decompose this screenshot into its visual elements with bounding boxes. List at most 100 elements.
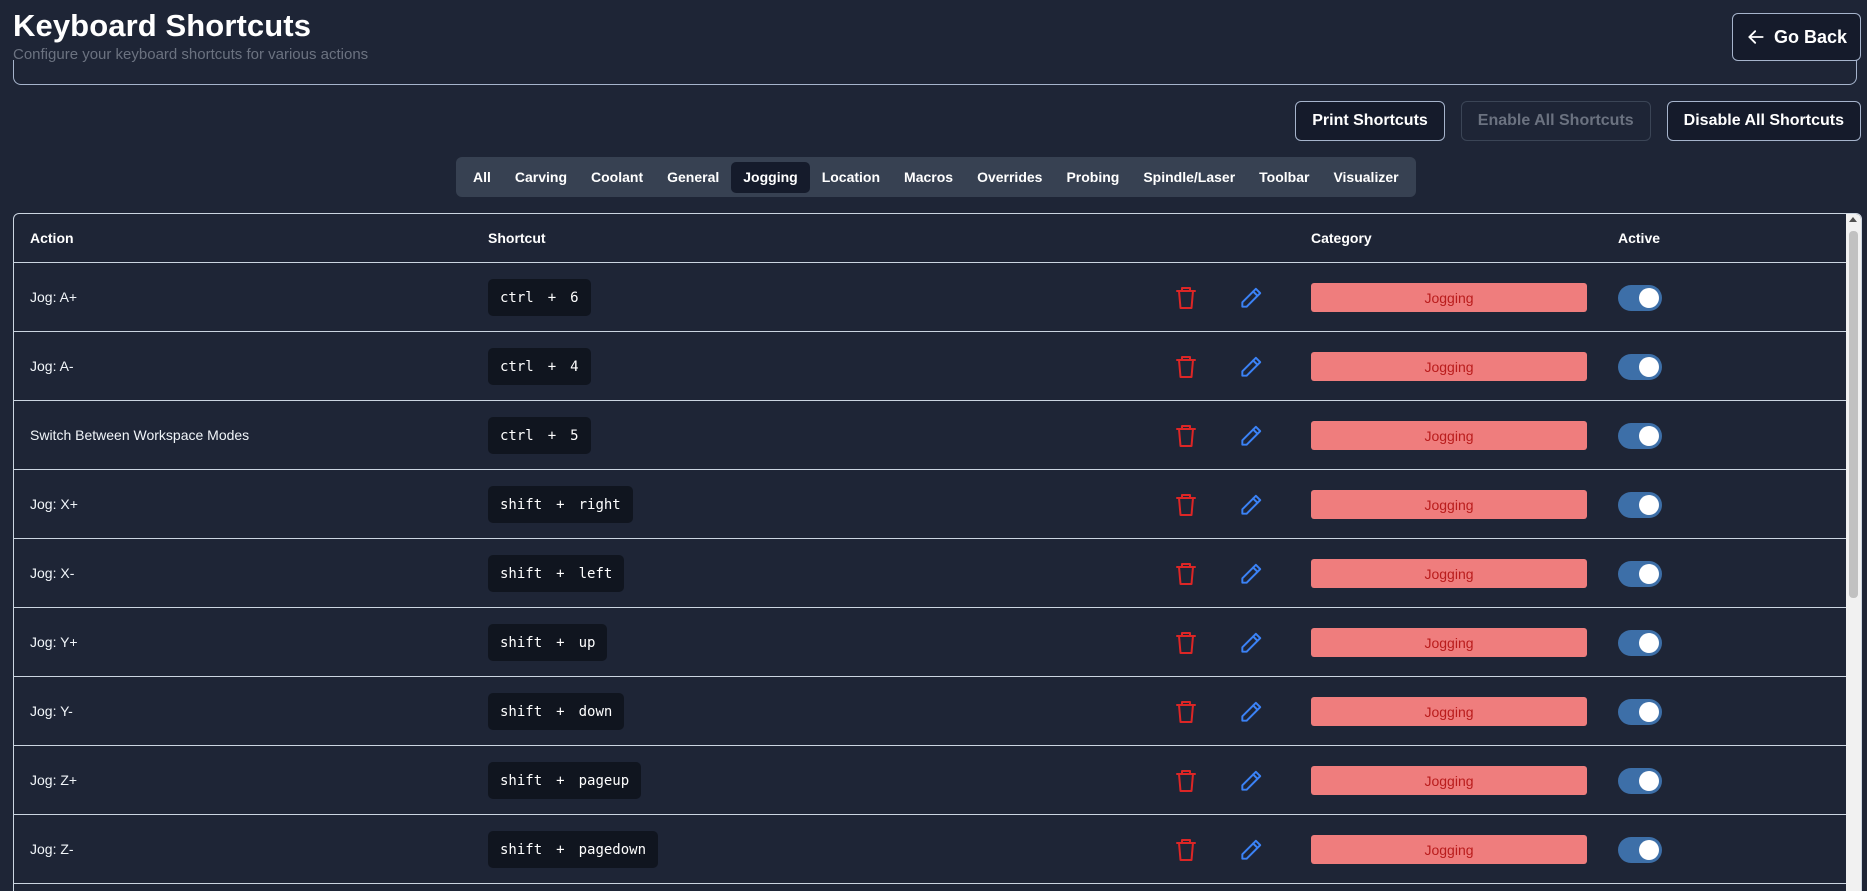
key-separator: + (547, 358, 557, 375)
action-label: Jog: A+ (30, 289, 78, 305)
delete-icon[interactable] (1174, 699, 1198, 725)
scroll-thumb[interactable] (1849, 231, 1858, 598)
action-label: Jog: Z- (30, 841, 74, 857)
delete-icon[interactable] (1174, 561, 1198, 587)
edit-icon[interactable] (1238, 768, 1264, 794)
active-toggle[interactable] (1618, 285, 1662, 311)
tab-coolant[interactable]: Coolant (579, 162, 655, 193)
action-label: Jog: A- (30, 358, 74, 374)
disable-all-shortcuts-button[interactable]: Disable All Shortcuts (1666, 101, 1861, 141)
active-toggle[interactable] (1618, 492, 1662, 518)
column-header-active: Active (1618, 230, 1661, 246)
page-title: Keyboard Shortcuts (13, 8, 312, 43)
category-badge: Jogging (1311, 559, 1587, 588)
tab-general[interactable]: General (655, 162, 731, 193)
key-name: 5 (570, 427, 579, 444)
table-scrollbar[interactable] (1846, 214, 1861, 891)
category-badge: Jogging (1311, 283, 1587, 312)
edit-icon[interactable] (1238, 492, 1264, 518)
key-name: pageup (578, 772, 630, 789)
key-name: ctrl (500, 289, 534, 306)
category-badge: Jogging (1311, 352, 1587, 381)
edit-icon[interactable] (1238, 630, 1264, 656)
table-row: Jog: X+ shift + right Jogging (14, 470, 1861, 539)
tab-overrides[interactable]: Overrides (965, 162, 1054, 193)
delete-icon[interactable] (1174, 837, 1198, 863)
table-body: Jog: A+ ctrl +6 Jogging Jog: A-ctrl +4 Jogging… (14, 263, 1861, 884)
key-name: ctrl (500, 427, 534, 444)
tab-carving[interactable]: Carving (503, 162, 579, 193)
delete-icon[interactable] (1174, 285, 1198, 311)
key-name: shift (500, 565, 543, 582)
tab-location[interactable]: Location (810, 162, 892, 193)
active-toggle[interactable] (1618, 768, 1662, 794)
print-shortcuts-button[interactable]: Print Shortcuts (1295, 101, 1445, 141)
action-label: Jog: X+ (30, 496, 78, 512)
tab-jogging[interactable]: Jogging (731, 161, 810, 193)
category-tabs: All Carving Coolant General Jogging Location M… (456, 157, 1416, 197)
tab-probing[interactable]: Probing (1054, 162, 1131, 193)
key-name: shift (500, 496, 543, 513)
edit-icon[interactable] (1238, 285, 1264, 311)
key-name: right (578, 496, 621, 513)
key-separator: + (556, 703, 565, 720)
key-name: up (578, 634, 596, 651)
active-toggle[interactable] (1618, 699, 1662, 725)
key-name: ctrl (500, 358, 534, 375)
edit-icon[interactable] (1238, 561, 1264, 587)
edit-icon[interactable] (1238, 699, 1264, 725)
shortcut-keys: shift + pagedown (488, 831, 659, 868)
table-row: Jog: X-shift + left Jogging (14, 539, 1861, 608)
category-badge: Jogging (1311, 490, 1587, 519)
tab-toolbar[interactable]: Toolbar (1247, 162, 1321, 193)
key-name: left (578, 565, 613, 582)
table-row: Jog: A+ ctrl +6 Jogging (14, 263, 1861, 332)
action-label: Jog: Y- (30, 703, 73, 719)
key-separator: + (556, 565, 565, 582)
key-name: 6 (570, 289, 579, 306)
active-toggle[interactable] (1618, 354, 1662, 380)
tab-visualizer[interactable]: Visualizer (1321, 162, 1410, 193)
edit-icon[interactable] (1238, 423, 1264, 449)
shortcut-keys: shift + up (488, 624, 608, 661)
table-row: Jog: Y-shift + down Jogging (14, 677, 1861, 746)
table-row: Switch Between Workspace Modes ctrl +5 Jogg… (14, 401, 1861, 470)
delete-icon[interactable] (1174, 423, 1198, 449)
key-name: shift (500, 703, 543, 720)
shortcut-keys: shift + left (488, 555, 625, 592)
enable-all-shortcuts-button[interactable]: Enable All Shortcuts (1460, 101, 1651, 141)
table-row: Jog: A-ctrl +4 Jogging (14, 332, 1861, 401)
key-separator: + (556, 496, 565, 513)
active-toggle[interactable] (1618, 561, 1662, 587)
active-toggle[interactable] (1618, 630, 1662, 656)
column-header-category: Category (1311, 230, 1372, 246)
tab-macros[interactable]: Macros (892, 162, 965, 193)
tab-all[interactable]: All (461, 162, 503, 193)
page-header: Keyboard Shortcuts Configure your keyboa… (13, 8, 368, 64)
active-toggle[interactable] (1618, 423, 1662, 449)
key-name: shift (500, 841, 543, 858)
edit-icon[interactable] (1238, 837, 1264, 863)
key-name: down (578, 703, 613, 720)
go-back-button[interactable]: Go Back (1732, 13, 1861, 61)
delete-icon[interactable] (1174, 768, 1198, 794)
action-label: Jog: Y+ (30, 634, 78, 650)
delete-icon[interactable] (1174, 354, 1198, 380)
action-label: Jog: X- (30, 565, 75, 581)
action-bar: Print Shortcuts Enable All Shortcuts Dis… (1295, 101, 1861, 141)
delete-icon[interactable] (1174, 492, 1198, 518)
active-toggle[interactable] (1618, 837, 1662, 863)
edit-icon[interactable] (1238, 354, 1264, 380)
key-name: 4 (570, 358, 579, 375)
shortcut-keys: shift + pageup (488, 762, 642, 799)
delete-icon[interactable] (1174, 630, 1198, 656)
table-row: Jog: Y+ shift + up Jogging (14, 608, 1861, 677)
table-header: Action Shortcut Category Active (14, 214, 1861, 263)
key-separator: + (556, 634, 565, 651)
key-separator: + (556, 841, 565, 858)
key-separator: + (556, 772, 565, 789)
table-row: Jog: Z-shift + pagedown Jogging (14, 815, 1861, 884)
scroll-up-icon[interactable] (1849, 217, 1857, 222)
action-label: Jog: Z+ (30, 772, 78, 788)
tab-spindle-laser[interactable]: Spindle/Laser (1131, 162, 1247, 193)
